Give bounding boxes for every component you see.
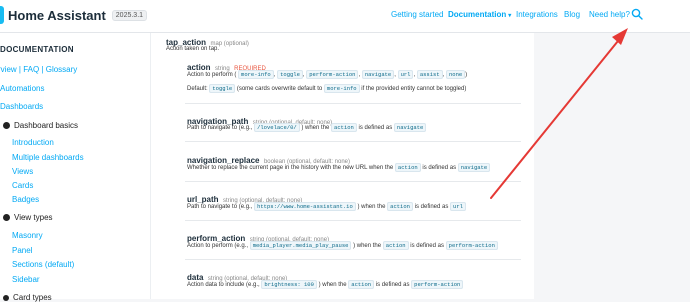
annotation-arrow: [490, 28, 628, 199]
